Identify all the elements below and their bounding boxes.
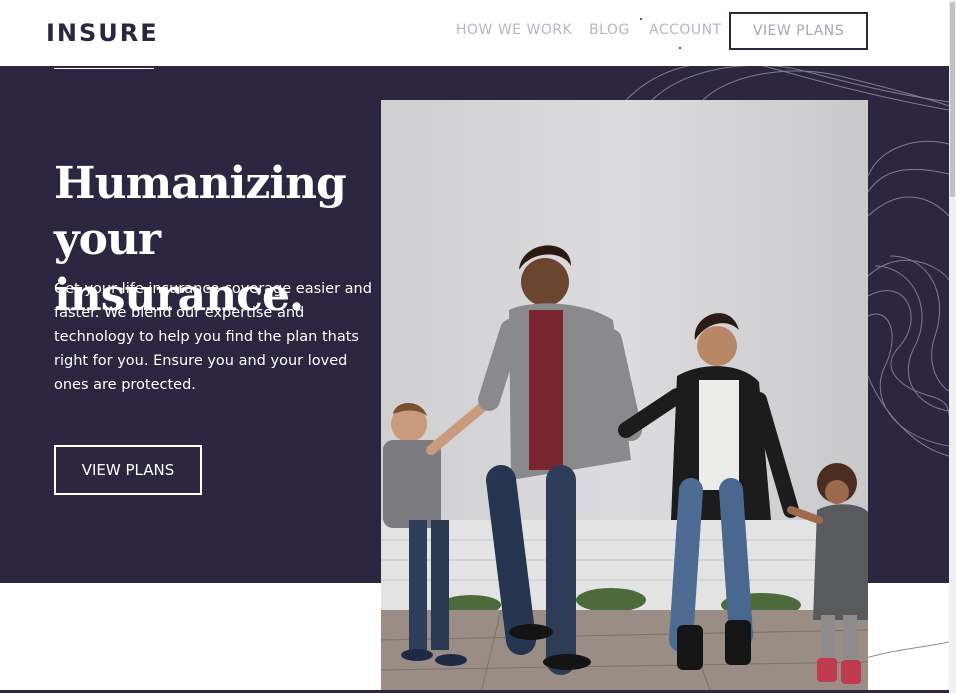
decorative-dot xyxy=(640,18,642,20)
hero-description: Get your life insurance coverage easier … xyxy=(54,281,372,393)
nav-how-we-work[interactable]: HOW WE WORK xyxy=(456,22,572,38)
view-plans-hero-button[interactable]: VIEW PLANS xyxy=(54,445,202,495)
hero-divider xyxy=(54,68,154,69)
nav-blog[interactable]: BLOG xyxy=(589,22,630,38)
nav-account[interactable]: ACCOUNT xyxy=(649,22,722,38)
main-nav: HOW WE WORK BLOG ACCOUNT VIEW PLANS xyxy=(0,0,949,66)
site-header: INSURE HOW WE WORK BLOG ACCOUNT VIEW PLA… xyxy=(0,0,949,66)
hero-family-image xyxy=(381,100,868,693)
wave-pattern-icon xyxy=(860,641,949,661)
family-photo-icon xyxy=(381,100,868,693)
decorative-dot xyxy=(679,47,681,49)
hero-title-line-1: Humanizing xyxy=(54,158,347,209)
view-plans-nav-button[interactable]: VIEW PLANS xyxy=(729,12,868,50)
scrollbar-thumb[interactable] xyxy=(950,2,955,197)
